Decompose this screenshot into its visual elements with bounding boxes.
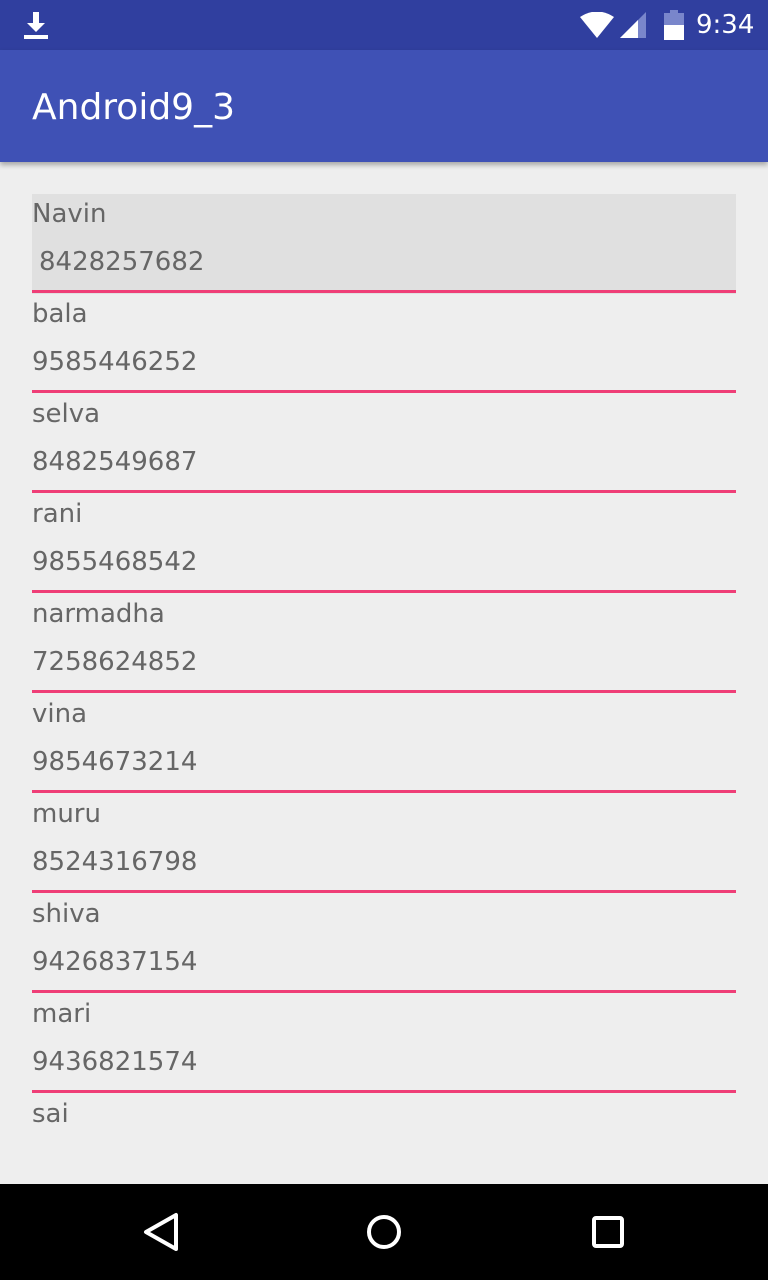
contact-phone: 9854673214: [32, 747, 198, 777]
contact-item[interactable]: mari 9436821574: [32, 994, 736, 1094]
contact-item[interactable]: bala 9585446252: [32, 294, 736, 394]
recents-icon[interactable]: [574, 1198, 642, 1266]
contact-name: selva: [32, 399, 101, 429]
contact-phone: 7258624852: [32, 647, 198, 677]
contact-name: narmadha: [32, 599, 165, 629]
list-divider: [32, 390, 736, 393]
list-divider: [32, 790, 736, 793]
contact-item[interactable]: muru 8524316798: [32, 794, 736, 894]
list-divider: [32, 590, 736, 593]
contact-name: vina: [32, 699, 88, 729]
contact-phone: 8482549687: [32, 447, 198, 477]
contact-phone: 9585446252: [32, 347, 198, 377]
list-divider: [32, 890, 736, 893]
contact-phone: 9436821574: [32, 1047, 198, 1077]
contact-name: sai: [32, 1099, 69, 1129]
list-divider: [32, 690, 736, 693]
contact-item[interactable]: Navin 8428257682: [32, 194, 736, 294]
contact-phone: 9426837154: [32, 947, 198, 977]
home-icon[interactable]: [350, 1198, 418, 1266]
contact-list[interactable]: Navin 8428257682 bala 9585446252 selva 8…: [32, 194, 736, 1184]
cell-signal-icon: [620, 12, 646, 38]
contact-item[interactable]: sai: [32, 1094, 736, 1184]
status-bar: 9:34: [0, 0, 768, 50]
app-title: Android9_3: [32, 87, 235, 128]
app-bar: Android9_3: [0, 50, 768, 162]
wifi-icon: [580, 12, 614, 38]
list-divider: [32, 290, 736, 293]
contact-phone: 8524316798: [32, 847, 198, 877]
contact-list-container[interactable]: Navin 8428257682 bala 9585446252 selva 8…: [0, 162, 768, 1184]
list-divider: [32, 990, 736, 993]
contact-name: Navin: [32, 199, 107, 229]
download-icon: [24, 12, 48, 39]
contact-phone: 8428257682: [39, 247, 205, 277]
contact-phone: 9855468542: [32, 547, 198, 577]
list-divider: [32, 1090, 736, 1093]
battery-icon: [664, 10, 684, 40]
list-divider: [32, 490, 736, 493]
contact-item[interactable]: selva 8482549687: [32, 394, 736, 494]
contact-name: shiva: [32, 899, 101, 929]
contact-item[interactable]: shiva 9426837154: [32, 894, 736, 994]
contact-item[interactable]: vina 9854673214: [32, 694, 736, 794]
contact-name: bala: [32, 299, 88, 329]
status-time: 9:34: [696, 10, 755, 40]
navigation-bar: [0, 1184, 768, 1280]
contact-name: muru: [32, 799, 101, 829]
contact-name: rani: [32, 499, 83, 529]
back-icon[interactable]: [126, 1198, 194, 1266]
contact-name: mari: [32, 999, 92, 1029]
contact-item[interactable]: narmadha 7258624852: [32, 594, 736, 694]
contact-item[interactable]: rani 9855468542: [32, 494, 736, 594]
